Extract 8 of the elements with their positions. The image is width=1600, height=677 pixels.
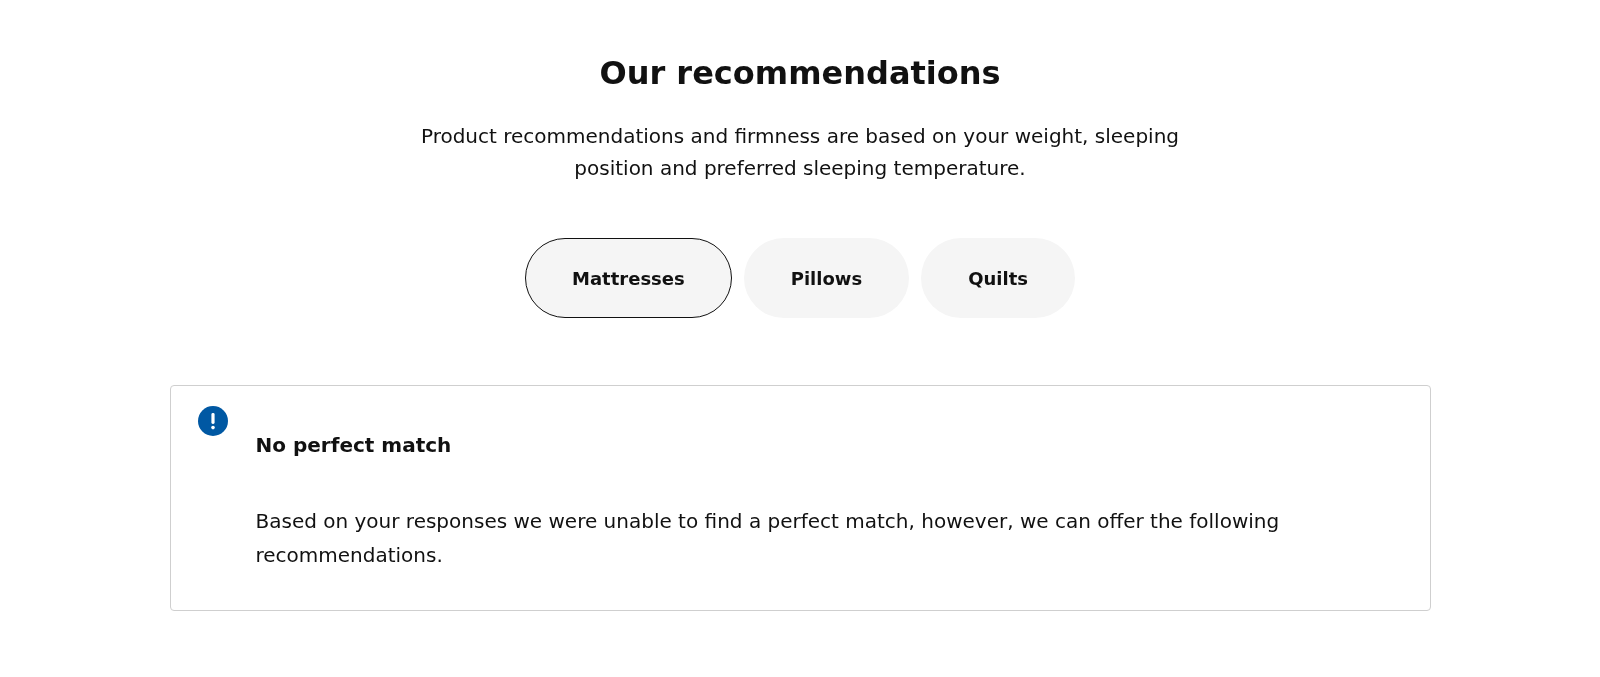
notice-title: No perfect match bbox=[255, 432, 453, 459]
section-heading: Our recommendations bbox=[599, 53, 1001, 93]
notice-message: Based on your responses we were unable to find a perfect match, however, we can offer the following recommendations. bbox=[255, 508, 1281, 569]
category-tab[interactable]: Mattresses bbox=[525, 238, 732, 318]
intro-text: Product recommendations and firmness are based on your weight, sleeping position and preferred sleeping temperature. bbox=[419, 123, 1181, 182]
exclamation-icon bbox=[197, 406, 228, 436]
category-tab[interactable]: Pillows bbox=[743, 238, 910, 318]
category-tab[interactable]: Quilts bbox=[921, 238, 1075, 318]
